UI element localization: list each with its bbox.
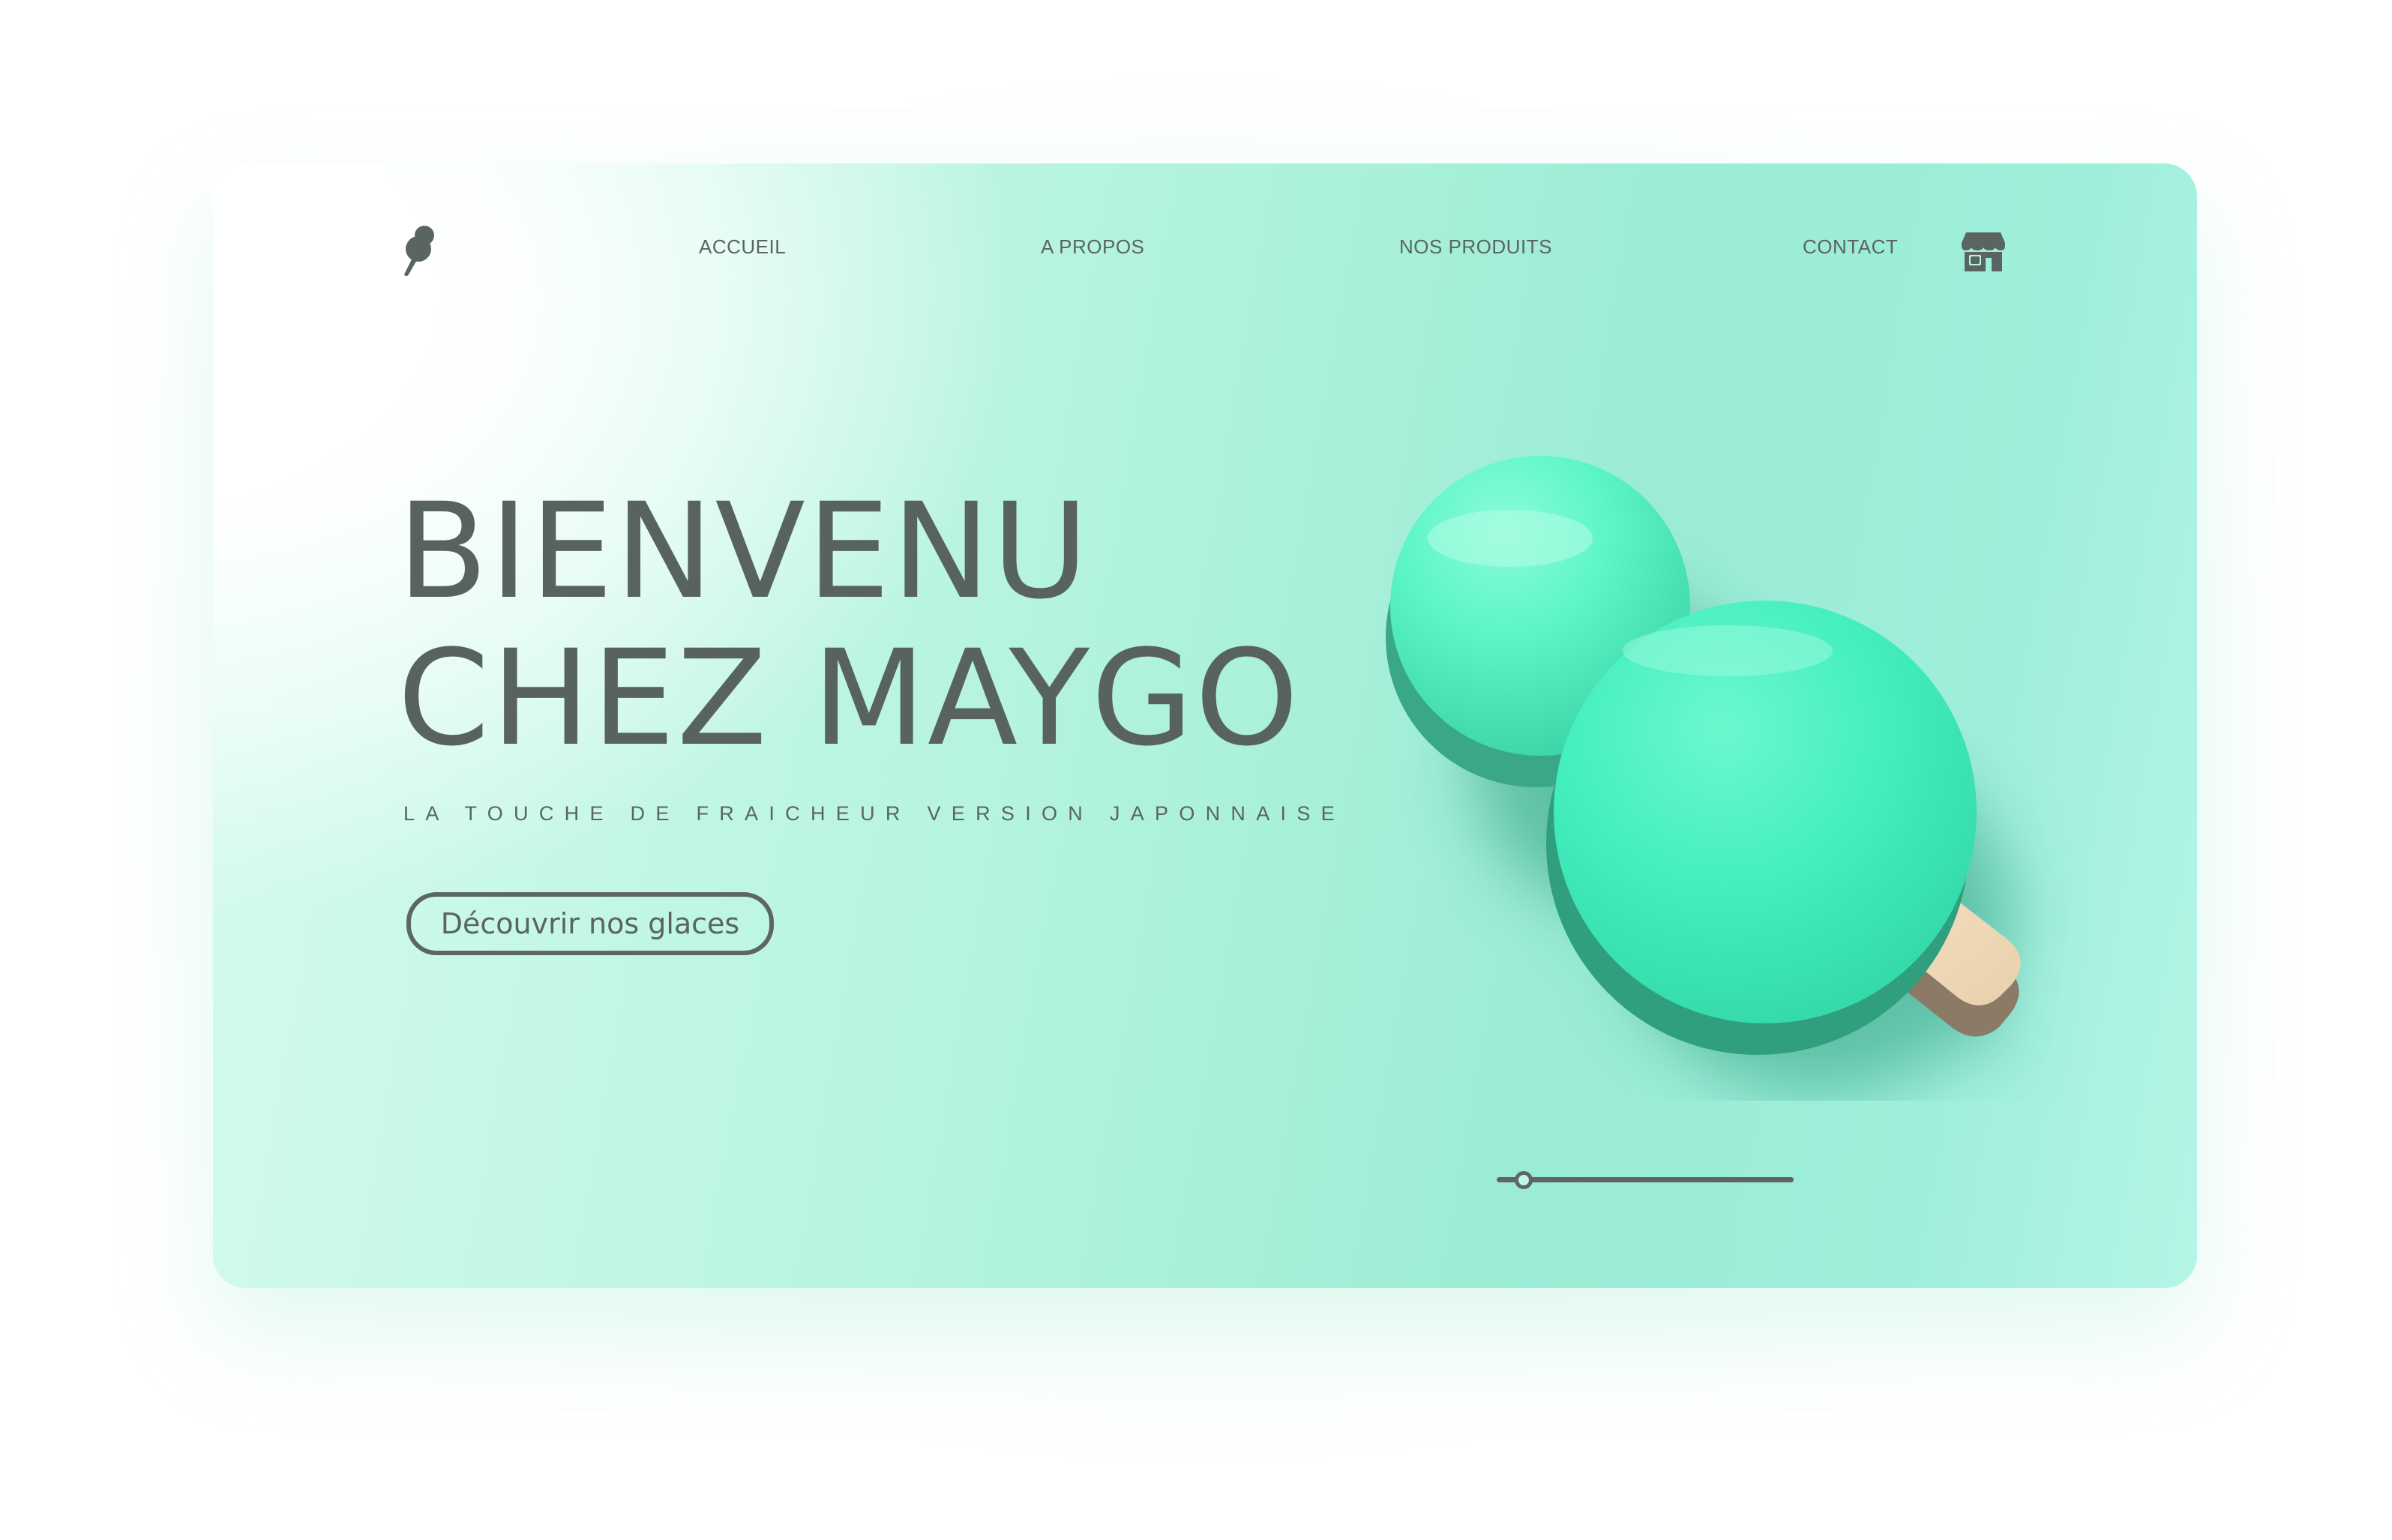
nav-link-nos-produits[interactable]: NOS PRODUITS <box>1399 235 1552 259</box>
slider-handle[interactable] <box>1514 1171 1533 1189</box>
page: ACCUEIL A PROPOS NOS PRODUITS CONTACT BI… <box>0 0 2392 1540</box>
hero-title: BIENVENU CHEZ MAYGO <box>397 478 1300 772</box>
discover-ice-creams-button[interactable]: Découvrir nos glaces <box>406 892 774 955</box>
nav-link-a-propos[interactable]: A PROPOS <box>1041 235 1144 259</box>
hero-card: ACCUEIL A PROPOS NOS PRODUITS CONTACT BI… <box>213 163 2197 1288</box>
carousel-slider[interactable] <box>1497 1165 1794 1195</box>
hero-title-line-1: BIENVENU <box>397 475 1090 628</box>
hero-title-line-2: CHEZ MAYGO <box>397 622 1300 775</box>
nav-link-accueil[interactable]: ACCUEIL <box>699 235 786 259</box>
nav-link-contact[interactable]: CONTACT <box>1803 235 1898 259</box>
mint-popsicle-illustration <box>1386 456 2021 1093</box>
popsicle-logo-icon[interactable] <box>402 223 447 283</box>
slider-track[interactable] <box>1497 1177 1794 1182</box>
store-icon[interactable] <box>1962 232 2005 271</box>
hero-tagline: LA TOUCHE DE FRAICHEUR VERSION JAPONNAIS… <box>403 802 1345 825</box>
top-nav: ACCUEIL A PROPOS NOS PRODUITS CONTACT <box>213 163 2197 328</box>
